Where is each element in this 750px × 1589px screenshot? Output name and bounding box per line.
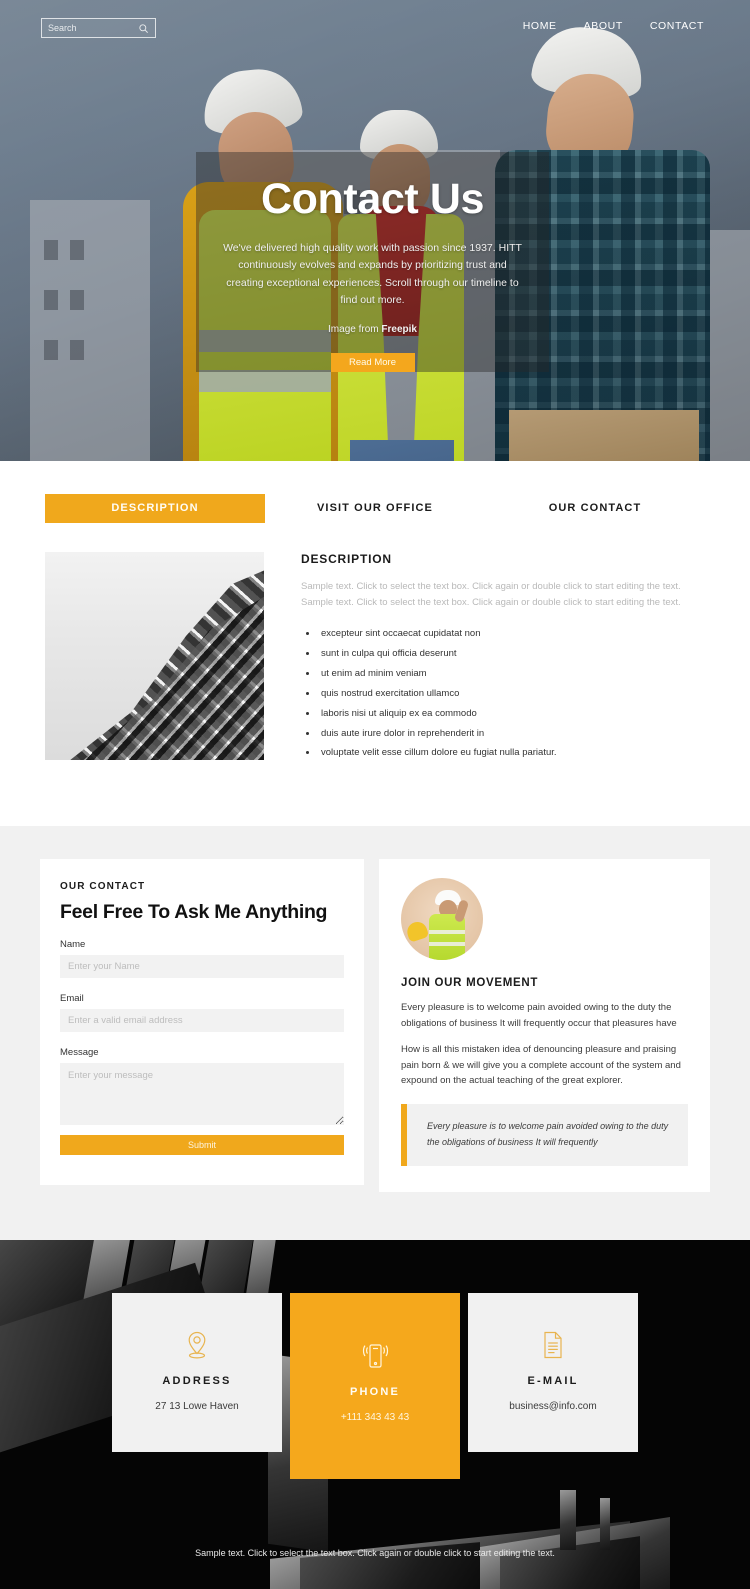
list-item: duis aute irure dolor in reprehenderit i… xyxy=(318,728,705,739)
email-field-label: Email xyxy=(60,993,84,1005)
page-title: Contact Us xyxy=(261,175,484,223)
name-field-label: Name xyxy=(60,939,86,951)
tab-description[interactable]: DESCRIPTION xyxy=(45,494,265,523)
info-cards-section: ADDRESS 27 13 Lowe Haven PHONE +111 343 … xyxy=(0,1239,750,1589)
description-heading: DESCRIPTION xyxy=(301,552,392,566)
image-credit: Image from Freepik xyxy=(328,324,417,335)
building-window xyxy=(44,340,58,360)
list-item: quis nostrud exercitation ullamco xyxy=(318,688,705,699)
read-more-button[interactable]: Read More xyxy=(330,353,415,372)
document-icon xyxy=(478,1329,628,1361)
list-item: excepteur sint occaecat cupidatat non xyxy=(318,628,705,639)
list-item: laboris nisi ut aliquip ex ea commodo xyxy=(318,708,705,719)
blockquote-text: Every pleasure is to welcome pain avoide… xyxy=(427,1121,669,1148)
info-card-title: E-MAIL xyxy=(527,1374,579,1387)
contact-form-eyebrow: OUR CONTACT xyxy=(60,881,146,893)
description-bullet-list: excepteur sint occaecat cupidatat non su… xyxy=(301,628,705,759)
info-cards-row: ADDRESS 27 13 Lowe Haven PHONE +111 343 … xyxy=(0,1292,750,1479)
architecture-image xyxy=(45,552,264,760)
info-card-address[interactable]: ADDRESS 27 13 Lowe Haven xyxy=(112,1292,282,1452)
tab-our-contact[interactable]: OUR CONTACT xyxy=(485,494,705,523)
blockquote: Every pleasure is to welcome pain avoide… xyxy=(401,1104,688,1166)
description-section: DESCRIPTION VISIT OUR OFFICE OUR CONTACT… xyxy=(0,461,750,827)
name-input[interactable] xyxy=(60,955,344,979)
building-window xyxy=(70,340,84,360)
join-paragraph-1: Every pleasure is to welcome pain avoide… xyxy=(401,1002,677,1029)
main-nav: HOME ABOUT CONTACT xyxy=(523,20,704,32)
search-icon xyxy=(139,23,148,33)
image-credit-source: Freepik xyxy=(381,324,417,336)
avatar xyxy=(401,878,483,961)
mobile-phone-icon xyxy=(300,1340,450,1372)
image-credit-prefix: Image from xyxy=(328,324,382,336)
contact-form-card: OUR CONTACT Feel Free To Ask Me Anything… xyxy=(40,859,364,1186)
message-textarea[interactable] xyxy=(60,1063,344,1126)
building-window xyxy=(70,290,84,310)
info-card-email[interactable]: E-MAIL business@info.com xyxy=(468,1292,638,1452)
hero-overlay-card: Contact Us We've delivered high quality … xyxy=(196,152,549,372)
info-card-value: business@info.com xyxy=(509,1400,597,1412)
nav-item-contact[interactable]: CONTACT xyxy=(650,20,704,32)
hero-section: Search HOME ABOUT CONTACT Contact Us We'… xyxy=(0,0,750,461)
hero-subtitle: We've delivered high quality work with p… xyxy=(223,242,522,307)
submit-button[interactable]: Submit xyxy=(60,1135,344,1156)
search-placeholder-text: Search xyxy=(48,22,77,33)
search-input[interactable]: Search xyxy=(41,18,156,38)
description-paragraph: Sample text. Click to select the text bo… xyxy=(301,581,681,609)
nav-item-home[interactable]: HOME xyxy=(523,20,557,32)
info-card-value: 27 13 Lowe Haven xyxy=(155,1400,239,1412)
join-paragraph-2: How is all this mistaken idea of denounc… xyxy=(401,1044,681,1086)
building-window xyxy=(70,240,84,260)
join-heading: JOIN OUR MOVEMENT xyxy=(401,977,539,990)
tab-visit-our-office[interactable]: VISIT OUR OFFICE xyxy=(265,494,485,523)
join-movement-card: JOIN OUR MOVEMENT Every pleasure is to w… xyxy=(379,859,710,1192)
list-item: voluptate velit esse cillum dolore eu fu… xyxy=(318,748,705,758)
top-navigation-bar: Search HOME ABOUT CONTACT xyxy=(0,0,750,56)
nav-item-about[interactable]: ABOUT xyxy=(584,20,623,32)
list-item: sunt in culpa qui officia deserunt xyxy=(318,648,705,659)
building-window xyxy=(44,290,58,310)
contact-section: OUR CONTACT Feel Free To Ask Me Anything… xyxy=(0,826,750,1240)
email-input[interactable] xyxy=(60,1009,344,1033)
info-card-value: +111 343 43 43 xyxy=(340,1411,410,1423)
info-card-title: ADDRESS xyxy=(162,1374,232,1387)
contact-form-title: Feel Free To Ask Me Anything xyxy=(60,901,328,924)
info-card-title: PHONE xyxy=(349,1385,401,1398)
page-root: Search HOME ABOUT CONTACT Contact Us We'… xyxy=(0,0,750,1589)
message-field-label: Message xyxy=(60,1047,99,1059)
footer-note: Sample text. Click to select the text bo… xyxy=(195,1547,555,1558)
info-card-phone[interactable]: PHONE +111 343 43 43 xyxy=(290,1292,460,1479)
building-window xyxy=(44,240,58,260)
tab-bar: DESCRIPTION VISIT OUR OFFICE OUR CONTACT xyxy=(45,494,705,523)
map-pin-icon xyxy=(122,1329,272,1361)
list-item: ut enim ad minim veniam xyxy=(318,668,705,679)
